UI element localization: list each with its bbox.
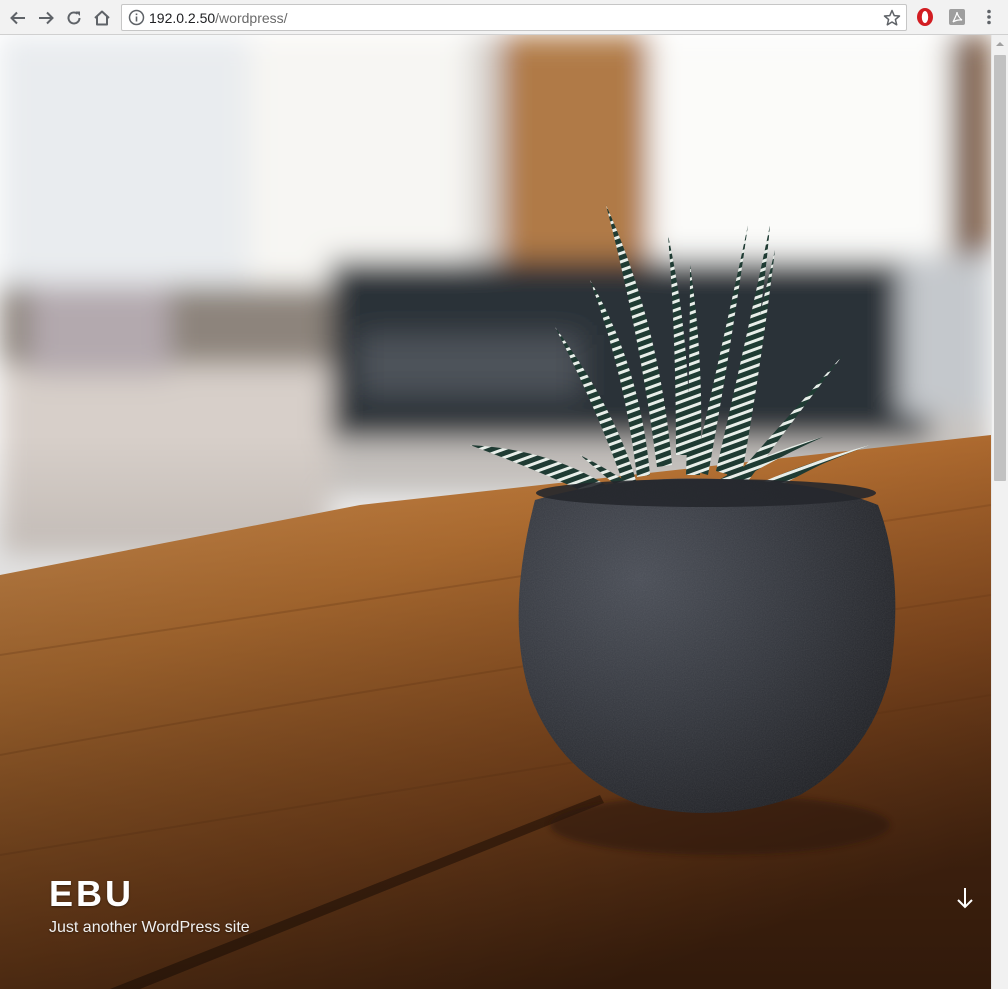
- pdf-extension-icon: [949, 9, 965, 25]
- back-arrow-icon: [10, 11, 25, 25]
- opera-extension-button[interactable]: [914, 6, 936, 28]
- page-scrollbar[interactable]: [991, 35, 1008, 989]
- forward-button[interactable]: [34, 6, 58, 30]
- pdf-extension-button[interactable]: [946, 6, 968, 28]
- scroll-up-arrow-icon[interactable]: [992, 37, 1008, 51]
- reload-button[interactable]: [62, 6, 86, 30]
- site-description: Just another WordPress site: [49, 919, 250, 936]
- url-host: 192.0.2.50: [149, 10, 216, 26]
- home-button[interactable]: [90, 6, 114, 30]
- back-button[interactable]: [6, 6, 30, 30]
- menu-kebab-icon: [987, 9, 991, 25]
- arrow-down-icon: [957, 888, 973, 909]
- scrollbar-thumb[interactable]: [994, 55, 1006, 481]
- reload-icon: [67, 11, 81, 25]
- info-icon[interactable]: [128, 9, 145, 26]
- home-icon: [94, 10, 110, 26]
- opera-extension-icon: [917, 8, 933, 26]
- forward-arrow-icon: [39, 11, 54, 25]
- url-path: /wordpress/: [215, 10, 288, 26]
- page-viewport: EBU Just another WordPress site: [0, 35, 991, 989]
- browser-menu-button[interactable]: [978, 6, 1000, 28]
- site-title[interactable]: EBU: [49, 873, 134, 915]
- url-text: 192.0.2.50/wordpress/: [149, 10, 288, 26]
- browser-toolbar: 192.0.2.50/wordpress/: [0, 0, 1008, 35]
- hero-background-image: [0, 35, 991, 989]
- scroll-down-button[interactable]: [953, 885, 977, 911]
- address-bar[interactable]: 192.0.2.50/wordpress/: [121, 4, 907, 31]
- star-icon[interactable]: [882, 8, 902, 28]
